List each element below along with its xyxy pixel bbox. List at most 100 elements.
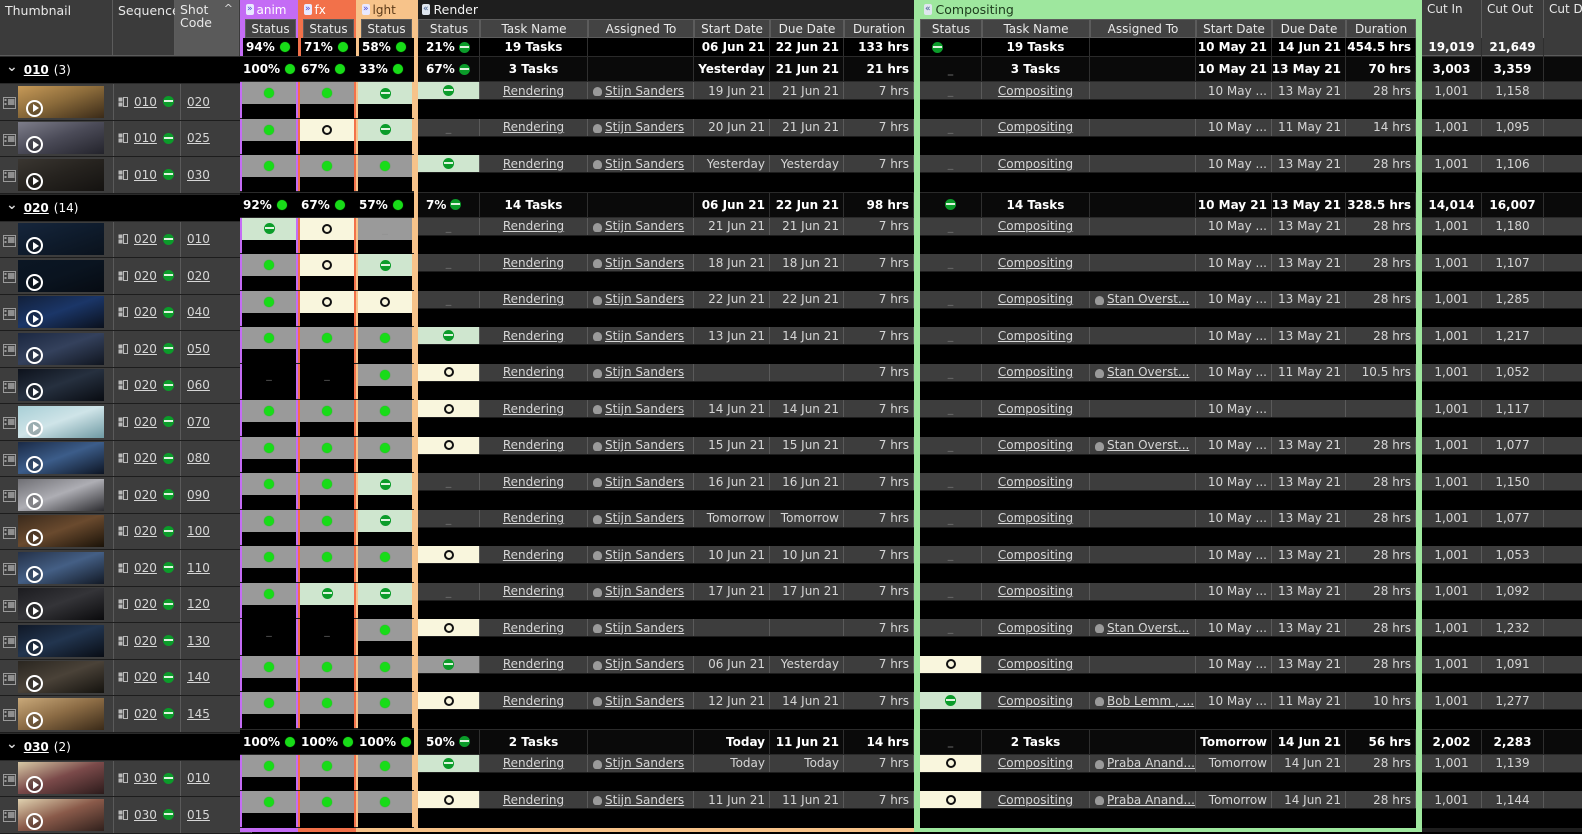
task-column-header-cell[interactable]: Start Date — [694, 19, 770, 38]
assigned-to-link[interactable]: Stijn Sanders — [605, 584, 684, 598]
pipeline-status-cell-anim[interactable] — [242, 546, 296, 568]
task-row-render[interactable]: Rendering Stijn Sanders 13 Jun 21 14 Jun 21… — [418, 327, 914, 345]
task-due-cell[interactable]: 17 Jun 21 — [770, 582, 844, 600]
shot-code-link[interactable]: 100 — [187, 524, 210, 538]
cut-cell[interactable]: 217 — [1544, 327, 1582, 344]
pipeline-status-cell-lght[interactable] — [358, 363, 412, 386]
shot-code-link[interactable]: 050 — [187, 342, 210, 356]
pipeline-cell[interactable] — [356, 400, 414, 437]
pipeline-cell[interactable] — [240, 82, 298, 119]
pipeline-cell[interactable] — [240, 217, 298, 254]
task-start-cell[interactable]: 10 May ... — [1196, 400, 1272, 417]
task-row-render[interactable]: Rendering Stijn Sanders 12 Jun 21 14 Jun 21… — [418, 692, 914, 710]
task-column-header-cell[interactable]: Due Date — [770, 19, 844, 38]
task-start-cell[interactable]: 10 May ... — [1196, 155, 1272, 172]
task-start-cell[interactable]: 10 May ... — [1196, 619, 1272, 636]
pipeline-cell[interactable] — [240, 400, 298, 437]
task-due-cell[interactable]: 13 May 21 — [1272, 254, 1346, 271]
task-row-compositing[interactable]: _ Compositing 10 May ... 13 May 21 28 hrs — [920, 217, 1416, 236]
cut-cell[interactable]: 1,217 — [1482, 327, 1544, 344]
pipeline-status-cell-fx[interactable] — [300, 655, 354, 678]
cut-row[interactable]: 1,001 1,158 158 — [1422, 82, 1582, 100]
cut-cell[interactable]: 1,285 — [1482, 290, 1544, 308]
task-name-cell[interactable]: Rendering — [480, 473, 588, 490]
cut-cell[interactable]: 95 — [1544, 119, 1582, 136]
task-start-cell[interactable]: 10 May ... — [1196, 509, 1272, 527]
pipeline-cell[interactable] — [240, 509, 298, 546]
task-row-render[interactable]: _ Rendering Stijn Sanders 17 Jun 21 17 Jun 2… — [418, 582, 914, 601]
shot-code-link[interactable]: 010 — [187, 232, 210, 246]
pipeline-status-cell-lght[interactable] — [358, 546, 412, 568]
task-status-cell[interactable]: _ — [418, 509, 480, 527]
assigned-to-link[interactable]: Stijn Sanders — [605, 438, 684, 452]
sequence-link[interactable]: 020 — [134, 269, 157, 283]
task-row-render[interactable]: Rendering Stijn Sanders 10 Jun 21 10 Jun 21… — [418, 546, 914, 564]
task-block-title-render[interactable]: «Render — [418, 0, 914, 19]
pipeline-status-cell-anim[interactable] — [242, 327, 296, 349]
cut-cell[interactable]: 106 — [1544, 155, 1582, 172]
assigned-to-cell[interactable]: Stijn Sanders — [588, 363, 694, 381]
task-start-cell[interactable]: 19 Jun 21 — [694, 82, 770, 99]
pipeline-status-cell-anim[interactable] — [242, 655, 296, 678]
task-duration-cell[interactable]: 28 hrs — [1346, 155, 1416, 172]
task-row-compositing[interactable]: _ Compositing 10 May ... 13 May 21 28 hrs — [920, 546, 1416, 564]
pipeline-cell[interactable] — [356, 82, 414, 119]
shot-code-link[interactable]: 060 — [187, 378, 210, 392]
sequence-cell[interactable]: 010 — [114, 157, 181, 193]
cut-cell[interactable]: 139 — [1544, 755, 1582, 772]
pipeline-status-cell-anim[interactable] — [242, 509, 296, 532]
task-name-cell[interactable]: Compositing — [982, 400, 1090, 417]
cut-cell[interactable]: 77 — [1544, 510, 1582, 527]
cut-cell[interactable]: 1,052 — [1482, 363, 1544, 381]
cut-cell[interactable]: 1,001 — [1422, 217, 1482, 235]
task-due-cell[interactable]: 21 Jun 21 — [770, 82, 844, 99]
shot-row[interactable]: 010 020 — [0, 84, 252, 121]
pipeline-status-cell-lght[interactable] — [358, 400, 412, 422]
task-due-cell[interactable]: 11 May 21 — [1272, 363, 1346, 381]
play-icon[interactable] — [26, 638, 43, 656]
task-start-cell[interactable]: 10 May ... — [1196, 692, 1272, 709]
assigned-to-cell[interactable]: Stijn Sanders — [588, 582, 694, 600]
task-name-link[interactable]: Rendering — [503, 694, 564, 708]
play-icon[interactable] — [26, 346, 43, 364]
task-due-cell[interactable]: 13 May 21 — [1272, 82, 1346, 99]
pipeline-cell[interactable] — [298, 791, 356, 828]
task-name-cell[interactable]: Rendering — [480, 791, 588, 808]
expand-icon[interactable]: » — [246, 4, 254, 15]
assigned-to-cell[interactable]: Stan Overst... — [1090, 436, 1196, 454]
task-name-link[interactable]: Compositing — [998, 84, 1073, 98]
pipeline-cell[interactable] — [356, 619, 414, 656]
task-name-link[interactable]: Compositing — [998, 511, 1073, 525]
cut-cell[interactable]: 1,001 — [1422, 290, 1482, 308]
shot-code-link[interactable]: 025 — [187, 131, 210, 145]
assigned-to-link[interactable]: Stijn Sanders — [605, 756, 684, 770]
cut-cell[interactable]: 117 — [1544, 400, 1582, 417]
assigned-to-cell[interactable]: Stijn Sanders — [588, 254, 694, 271]
shot-row[interactable]: 010 030 — [0, 157, 252, 194]
pipeline-cell[interactable]: _ — [298, 619, 356, 656]
cut-cell[interactable]: 1,139 — [1482, 754, 1544, 772]
shot-thumbnail[interactable] — [18, 85, 104, 118]
task-duration-cell[interactable]: 7 hrs — [844, 692, 914, 709]
task-name-cell[interactable]: Compositing — [982, 582, 1090, 600]
assigned-to-cell[interactable]: Stijn Sanders — [588, 791, 694, 808]
shot-code-link[interactable]: 020 — [187, 269, 210, 283]
cut-row[interactable]: 1,001 1,053 53 — [1422, 546, 1582, 564]
pipeline-cell[interactable]: _ — [298, 363, 356, 400]
task-due-cell[interactable]: 14 Jun 21 — [770, 692, 844, 709]
task-due-cell[interactable]: 13 May 21 — [1272, 546, 1346, 563]
play-icon[interactable] — [26, 776, 43, 794]
cut-cell[interactable]: 285 — [1544, 291, 1582, 308]
assigned-to-link[interactable]: Stijn Sanders — [605, 329, 684, 343]
task-name-cell[interactable]: Rendering — [480, 619, 588, 636]
task-name-cell[interactable]: Compositing — [982, 473, 1090, 490]
cut-cell[interactable]: 1,001 — [1422, 582, 1482, 600]
play-icon[interactable] — [26, 172, 43, 190]
group-name[interactable]: 020 — [24, 201, 49, 215]
task-due-cell[interactable]: 13 May 21 — [1272, 217, 1346, 235]
task-row-compositing[interactable]: _ Compositing Stan Overst... 10 May ... 13 M… — [920, 619, 1416, 637]
task-duration-cell[interactable]: 28 hrs — [1346, 546, 1416, 563]
assigned-to-cell[interactable]: Stijn Sanders — [588, 217, 694, 235]
group-name[interactable]: 010 — [24, 63, 49, 77]
collapse-icon[interactable]: « — [924, 4, 932, 15]
